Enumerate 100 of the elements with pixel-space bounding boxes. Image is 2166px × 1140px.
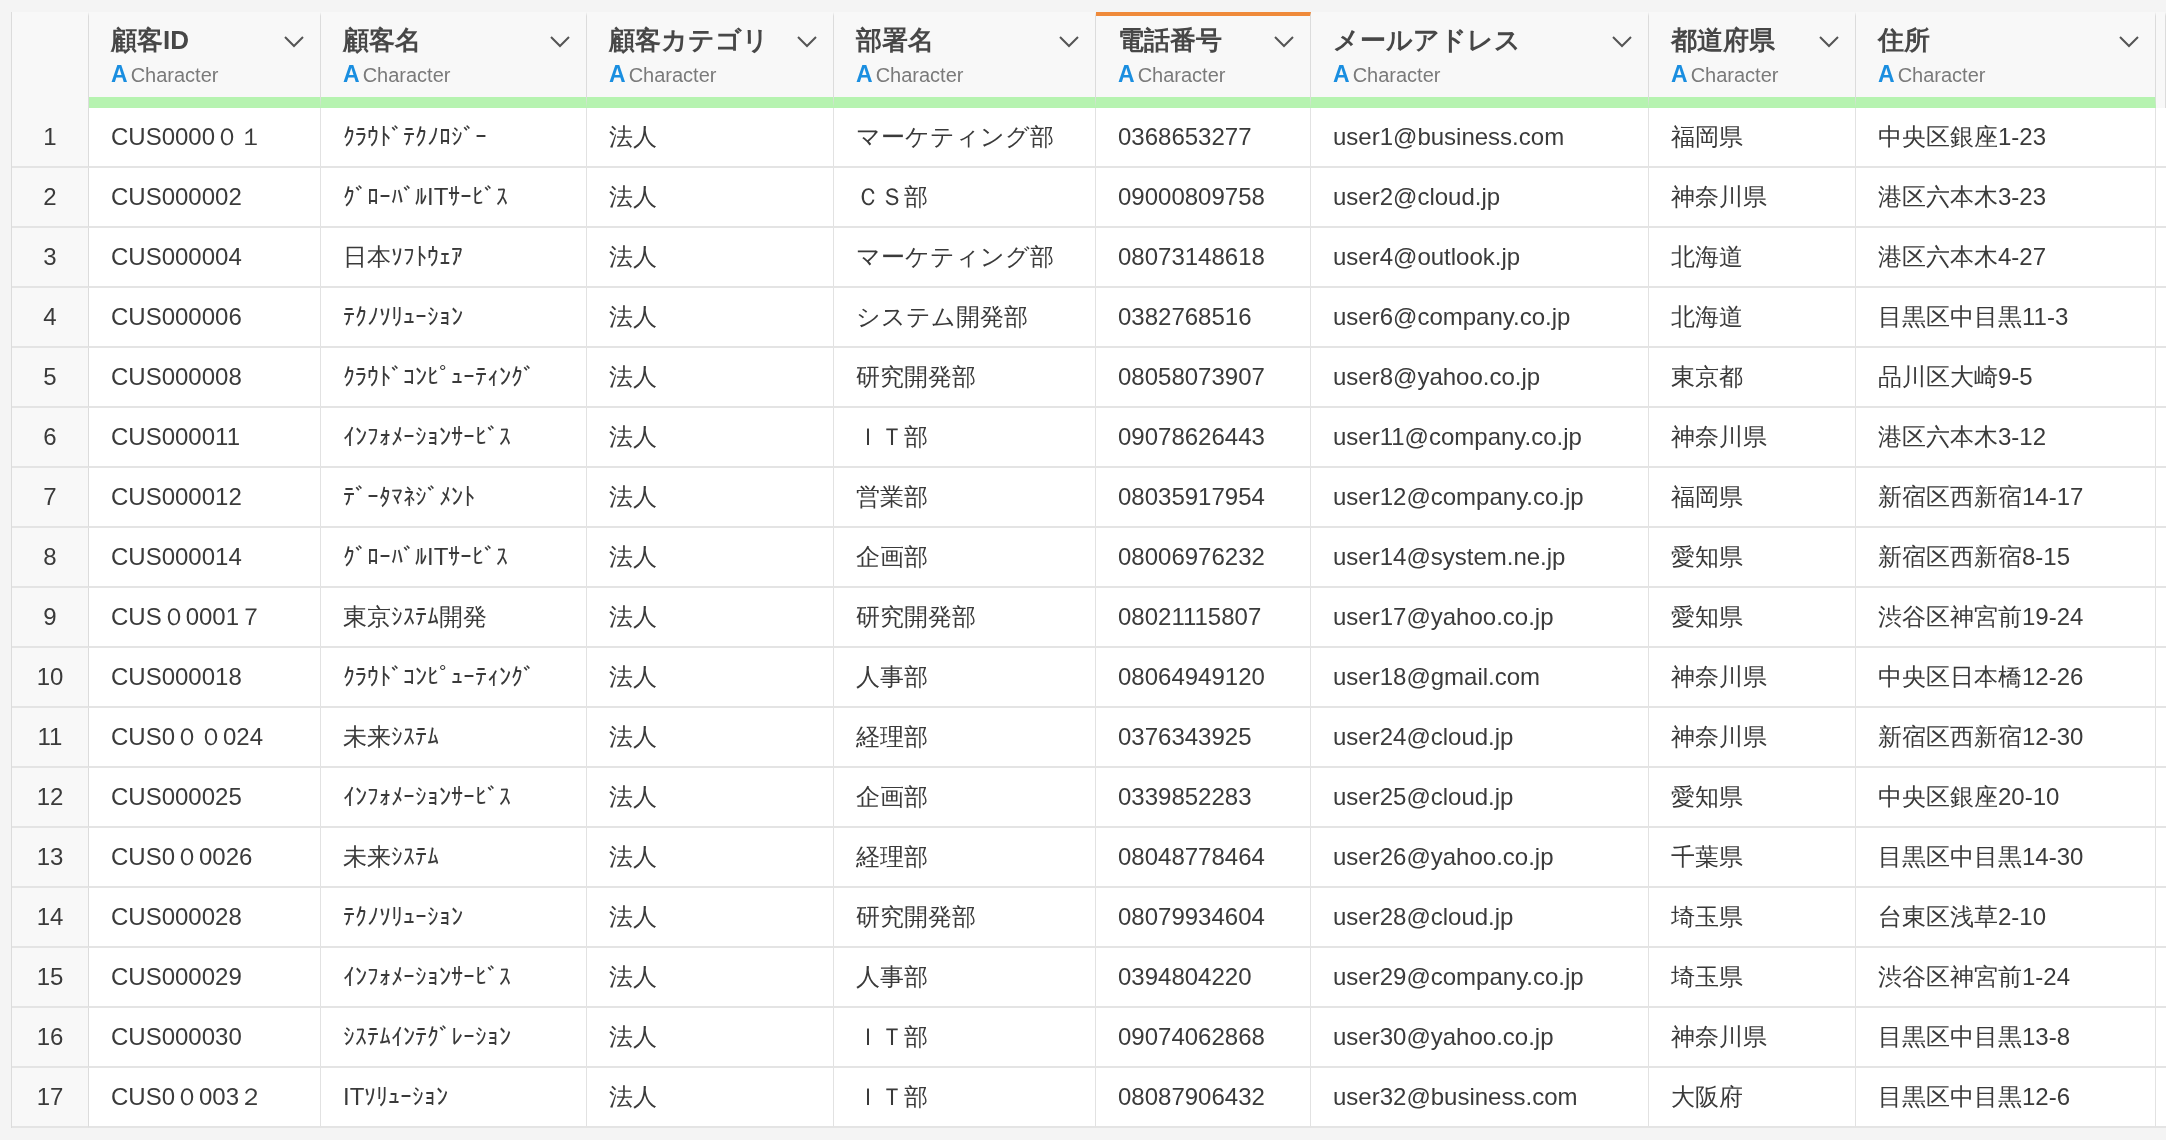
row-number: 4 (12, 288, 89, 348)
table-cell: user28@cloud.jp (1311, 888, 1649, 948)
table-cell: user12@company.co.jp (1311, 468, 1649, 528)
table-cell: 08058073907 (1096, 348, 1311, 408)
table-cell: 09000809758 (1096, 168, 1311, 228)
table-cell: 神奈川県 (1649, 648, 1856, 708)
table-cell: CUS000029 (89, 948, 321, 1008)
column-type: Character (362, 63, 451, 88)
row-number: 7 (12, 468, 89, 528)
column-header[interactable]: 顧客ID ACharacter (89, 12, 321, 108)
column-type: Character (130, 63, 219, 88)
table-cell: CUS０0001７ (89, 588, 321, 648)
table-cell: 法人 (587, 528, 834, 588)
table-cell: CUS000004 (89, 228, 321, 288)
column-type: Character (875, 63, 964, 88)
table-cell: 新宿区西新宿8-15 (1856, 528, 2156, 588)
table-cell: 08064949120 (1096, 648, 1311, 708)
column-header[interactable]: 顧客カテゴリ ACharacter (587, 12, 834, 108)
table-cell: 法人 (587, 408, 834, 468)
table-cell: 0376343925 (1096, 708, 1311, 768)
column-title: 電話番号 (1118, 24, 1223, 57)
column-header[interactable]: 電話番号 ACharacter (1096, 12, 1311, 108)
table-cell: CUS000002 (89, 168, 321, 228)
column-header[interactable]: メールアドレス ACharacter (1311, 12, 1649, 108)
table-cell: マーケティング部 (834, 228, 1096, 288)
character-type-icon: A (111, 59, 128, 89)
table-cell: 08006976232 (1096, 528, 1311, 588)
table-cell: ﾃｸﾉｿﾘｭｰｼｮﾝ (321, 888, 587, 948)
column-type: Character (1897, 63, 1986, 88)
table-cell: 08048778464 (1096, 828, 1311, 888)
table-cell: ｸﾗｳﾄﾞｺﾝﾋﾟｭｰﾃｨﾝｸﾞ (321, 348, 587, 408)
table-cell: ｸﾗｳﾄﾞｺﾝﾋﾟｭｰﾃｨﾝｸﾞ (321, 648, 587, 708)
column-title: メールアドレス (1333, 24, 1522, 57)
character-type-icon: A (1118, 59, 1135, 89)
table-cell: 千葉県 (1649, 828, 1856, 888)
table-cell: 神奈川県 (1649, 168, 1856, 228)
chevron-down-icon[interactable] (797, 36, 817, 48)
table-cell: CUS000006 (89, 288, 321, 348)
table-cell: 新宿区西新宿14-17 (1856, 468, 2156, 528)
column-header[interactable]: 顧客名 ACharacter (321, 12, 587, 108)
table-cell: 人事部 (834, 948, 1096, 1008)
table-cell: CUS000014 (89, 528, 321, 588)
chevron-down-icon[interactable] (1274, 36, 1294, 48)
table-cell: 法人 (587, 288, 834, 348)
table-cell: 目黒区中目黒14-30 (1856, 828, 2156, 888)
chevron-down-icon[interactable] (1819, 36, 1839, 48)
table-cell: 目黒区中目黒13-8 (1856, 1008, 2156, 1068)
column-header[interactable]: 住所 ACharacter (1856, 12, 2156, 108)
chevron-down-icon[interactable] (284, 36, 304, 48)
table-cell: 港区六本木3-12 (1856, 408, 2156, 468)
table-cell: ﾃｸﾉｿﾘｭｰｼｮﾝ (321, 288, 587, 348)
table-cell: 法人 (587, 468, 834, 528)
table-cell: 0394804220 (1096, 948, 1311, 1008)
table-cell: 中央区銀座1-23 (1856, 108, 2156, 168)
table-cell: 大阪府 (1649, 1068, 1856, 1128)
table-cell: 0382768516 (1096, 288, 1311, 348)
table-cell: CUS000028 (89, 888, 321, 948)
chevron-down-icon[interactable] (1059, 36, 1079, 48)
table-cell: 法人 (587, 1068, 834, 1128)
table-cell: CUS000011 (89, 408, 321, 468)
table-cell: システム開発部 (834, 288, 1096, 348)
table-cell: 法人 (587, 228, 834, 288)
table-cell: 港区六本木3-23 (1856, 168, 2156, 228)
table-cell: 09074062868 (1096, 1008, 1311, 1068)
chevron-down-icon[interactable] (1612, 36, 1632, 48)
table-cell: 東京都 (1649, 348, 1856, 408)
table-cell: ITｿﾘｭｰｼｮﾝ (321, 1068, 587, 1128)
table-cell: 渋谷区神宮前19-24 (1856, 588, 2156, 648)
table-cell: CUS0００024 (89, 708, 321, 768)
table-cell: 日本ｿﾌﾄｳｪｱ (321, 228, 587, 288)
chevron-down-icon[interactable] (2119, 36, 2139, 48)
row-number: 17 (12, 1068, 89, 1128)
row-number: 5 (12, 348, 89, 408)
chevron-down-icon[interactable] (550, 36, 570, 48)
table-cell: 0339852283 (1096, 768, 1311, 828)
table-cell: CUS0０0026 (89, 828, 321, 888)
table-cell: 08021115807 (1096, 588, 1311, 648)
column-header[interactable]: 部署名 ACharacter (834, 12, 1096, 108)
table-cell: user6@company.co.jp (1311, 288, 1649, 348)
table-cell: CUS000012 (89, 468, 321, 528)
column-type: Character (1352, 63, 1441, 88)
column-header[interactable]: 都道府県 ACharacter (1649, 12, 1856, 108)
table-cell: CUS000008 (89, 348, 321, 408)
table-cell: 北海道 (1649, 228, 1856, 288)
table-cell: ＩＴ部 (834, 1008, 1096, 1068)
table-cell: 神奈川県 (1649, 708, 1856, 768)
column-type: Character (628, 63, 717, 88)
table-cell: CUS000030 (89, 1008, 321, 1068)
table-cell: 08087906432 (1096, 1068, 1311, 1128)
row-number: 12 (12, 768, 89, 828)
row-number: 15 (12, 948, 89, 1008)
table-cell: 品川区大崎9-5 (1856, 348, 2156, 408)
row-number: 11 (12, 708, 89, 768)
table-cell: user11@company.co.jp (1311, 408, 1649, 468)
table-cell: 福岡県 (1649, 108, 1856, 168)
table-cell: ﾃﾞｰﾀﾏﾈｼﾞﾒﾝﾄ (321, 468, 587, 528)
row-number: 10 (12, 648, 89, 708)
table-cell: ｲﾝﾌｫﾒｰｼｮﾝｻｰﾋﾞｽ (321, 948, 587, 1008)
table-cell: 東京ｼｽﾃﾑ開発 (321, 588, 587, 648)
character-type-icon: A (609, 59, 626, 89)
